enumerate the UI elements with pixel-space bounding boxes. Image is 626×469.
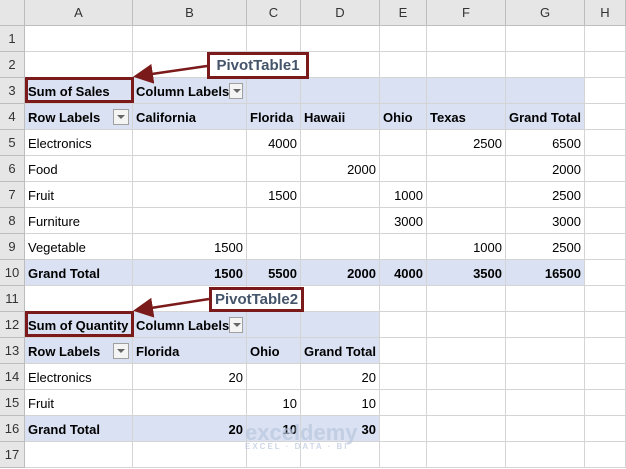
callout-arrows <box>133 63 210 318</box>
exceldemy-watermark: exceldemy EXCEL · DATA · BI <box>245 420 358 451</box>
callout-label: PivotTable2 <box>214 291 299 308</box>
arrow-icon <box>133 63 208 84</box>
pivottable2-callout: PivotTable2 <box>209 287 304 312</box>
arrow-icon <box>133 297 210 318</box>
watermark-tagline: EXCEL · DATA · BI <box>245 442 349 451</box>
spreadsheet: 30 10 20 Grand Total 10 10 Fruit 20 20 Electronic… <box>0 0 626 469</box>
pivottable1-callout: PivotTable1 <box>207 52 309 79</box>
callout-label: PivotTable1 <box>216 57 300 74</box>
